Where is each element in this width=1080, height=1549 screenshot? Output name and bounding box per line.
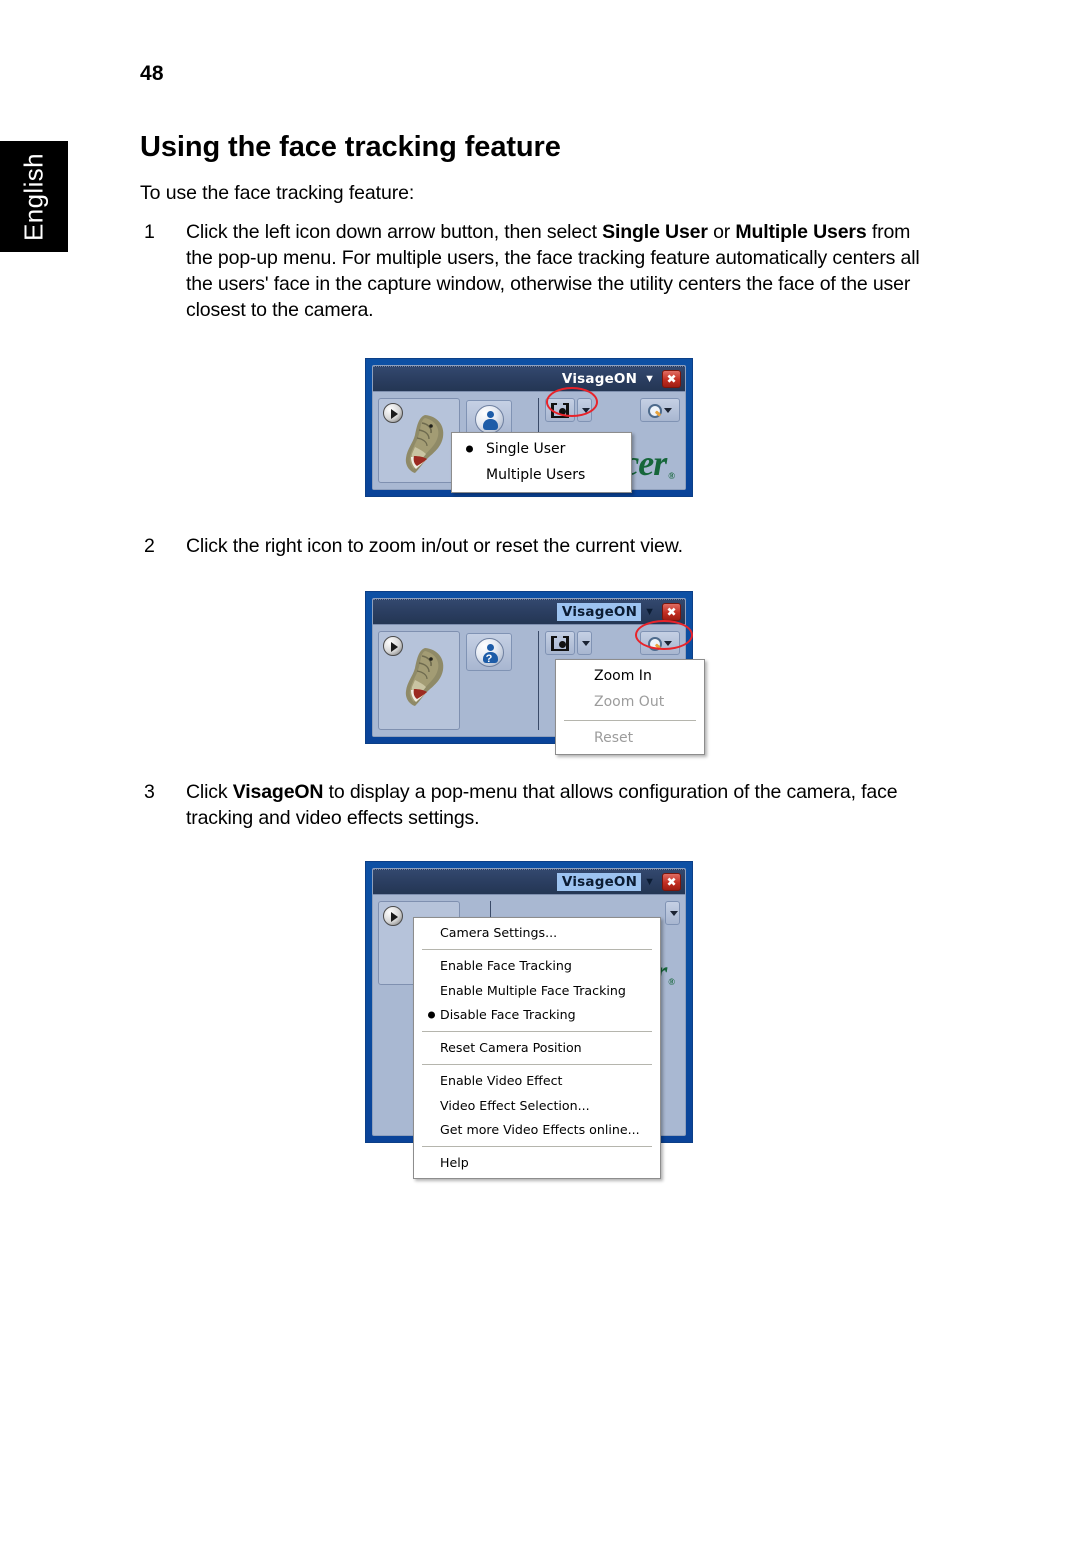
visageon-window: VisageON ▼ ✖	[372, 365, 686, 493]
visageon-window: VisageON ▼ ✖	[372, 598, 706, 755]
chevron-down-icon[interactable]: ▼	[644, 606, 655, 618]
step-text: Click VisageON to display a pop-menu tha…	[186, 781, 898, 829]
face-tracking-button[interactable]	[545, 631, 575, 655]
face-tracking-dropdown-button[interactable]	[577, 631, 592, 655]
chevron-down-icon[interactable]: ▼	[644, 876, 655, 888]
window-titlebar: VisageON ▼ ✖	[373, 869, 685, 895]
app-title-label[interactable]: VisageON	[557, 370, 641, 388]
step-text: Click the left icon down arrow button, t…	[186, 221, 920, 321]
page-title: Using the face tracking feature	[140, 131, 561, 163]
step-number: 2	[144, 535, 155, 557]
figure-zoom-menu: VisageON ▼ ✖ ? Zoom In Zoom Out Reset	[365, 591, 706, 755]
figure-single-multiple-user-menu: VisageON ▼ ✖ cer ® Single User Multiple …	[365, 358, 693, 497]
figure-visageon-popup-menu: VisageON ▼ ✖ r® Camera	[365, 861, 693, 1180]
toolbar	[545, 398, 680, 422]
menu-item-reset-camera-position[interactable]: Reset Camera Position	[414, 1036, 660, 1060]
menu-item-reset[interactable]: Reset	[556, 725, 704, 751]
menu-item-disable-face-tracking[interactable]: Disable Face Tracking	[414, 1003, 660, 1027]
step-item-1: 1 Click the left icon down arrow button,…	[140, 219, 930, 323]
visageon-window: VisageON ▼ ✖ r® Camera	[372, 868, 686, 1180]
intro-text: To use the face tracking feature:	[140, 182, 415, 204]
chevron-down-icon	[582, 640, 590, 646]
menu-item-zoom-in[interactable]: Zoom In	[556, 663, 704, 689]
face-tracking-icon	[551, 635, 569, 651]
camera-preview	[378, 631, 460, 730]
window-titlebar: VisageON ▼ ✖	[373, 599, 685, 625]
visageon-popup-menu: Camera Settings... Enable Face Tracking …	[413, 917, 661, 1180]
magnifier-icon	[648, 636, 662, 651]
step-item-2: 2 Click the right icon to zoom in/out or…	[140, 533, 930, 559]
magnifier-icon	[648, 403, 662, 418]
menu-item-help[interactable]: Help	[414, 1151, 660, 1175]
chevron-down-icon	[664, 640, 672, 646]
app-title-label[interactable]: VisageON	[556, 603, 642, 621]
zoom-dropdown-button[interactable]	[640, 631, 680, 655]
close-icon[interactable]: ✖	[662, 370, 681, 388]
step-number: 1	[144, 221, 155, 243]
close-icon[interactable]: ✖	[662, 873, 681, 891]
close-icon[interactable]: ✖	[662, 603, 681, 621]
window-body: cer ® Single User Multiple Users	[373, 392, 685, 493]
window-body: ? Zoom In Zoom Out Reset	[373, 625, 706, 755]
chevron-down-icon	[670, 910, 678, 916]
zoom-dropdown-button[interactable]	[640, 398, 680, 422]
menu-item-camera-settings[interactable]: Camera Settings...	[414, 921, 660, 945]
step-item-3: 3 Click VisageON to display a pop-menu t…	[140, 779, 930, 831]
chevron-down-icon[interactable]: ▼	[644, 373, 655, 385]
menu-item-zoom-out[interactable]: Zoom Out	[556, 689, 704, 715]
face-tracking-button[interactable]	[545, 398, 575, 422]
play-icon[interactable]	[383, 906, 403, 926]
menu-item-enable-face-tracking[interactable]: Enable Face Tracking	[414, 954, 660, 978]
menu-separator	[422, 1064, 652, 1066]
dinosaur-avatar-image	[405, 415, 444, 473]
language-tab-label: English	[18, 152, 49, 241]
language-tab: English	[0, 141, 68, 252]
page-number: 48	[140, 62, 164, 85]
face-tracking-dropdown-button[interactable]	[577, 398, 592, 422]
menu-item-video-effect-selection[interactable]: Video Effect Selection...	[414, 1094, 660, 1118]
menu-item-get-more-video-effects[interactable]: Get more Video Effects online...	[414, 1118, 660, 1142]
user-avatar-icon: ?	[474, 637, 504, 667]
menu-item-enable-video-effect[interactable]: Enable Video Effect	[414, 1069, 660, 1093]
menu-separator	[422, 1146, 652, 1147]
menu-separator	[422, 1031, 652, 1032]
chevron-down-icon	[582, 407, 590, 413]
menu-separator	[422, 949, 652, 951]
step-text: Click the right icon to zoom in/out or r…	[186, 535, 683, 557]
face-detect-button[interactable]: ?	[466, 633, 512, 671]
window-titlebar: VisageON ▼ ✖	[373, 366, 685, 392]
face-tracking-icon	[551, 402, 569, 418]
registered-mark: ®	[668, 977, 675, 987]
menu-separator	[564, 719, 697, 721]
user-mode-popup-menu: Single User Multiple Users	[451, 432, 633, 493]
menu-item-single-user[interactable]: Single User	[452, 436, 631, 462]
window-body: r® Camera Settings... Enable Face Tracki…	[373, 895, 685, 1180]
preview-panel: ?	[378, 631, 539, 730]
zoom-popup-menu: Zoom In Zoom Out Reset	[555, 659, 706, 755]
toolbar	[545, 631, 680, 655]
app-title-label[interactable]: VisageON	[556, 873, 642, 891]
menu-item-enable-multiple-face-tracking[interactable]: Enable Multiple Face Tracking	[414, 979, 660, 1003]
menu-item-multiple-users[interactable]: Multiple Users	[452, 462, 631, 488]
chevron-down-icon	[664, 407, 672, 413]
face-tracking-dropdown-button[interactable]	[665, 901, 680, 925]
user-avatar-icon	[474, 404, 504, 434]
camera-preview	[378, 398, 460, 483]
step-number: 3	[144, 781, 155, 803]
registered-mark: ®	[668, 471, 675, 481]
dinosaur-avatar-image	[405, 648, 444, 706]
